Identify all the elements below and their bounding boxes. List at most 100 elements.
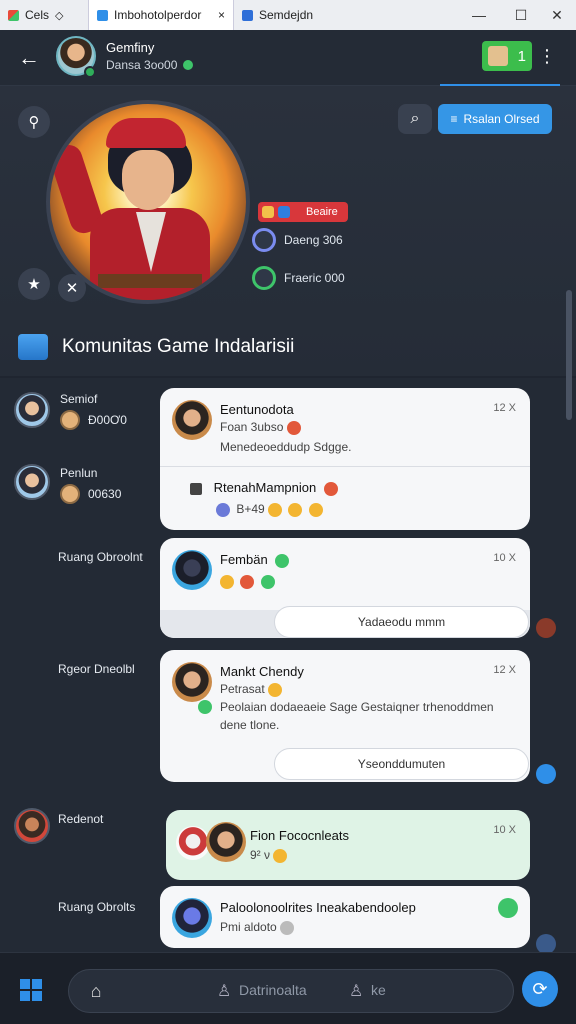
room-label[interactable]: Ruang Obrolts bbox=[58, 900, 135, 914]
taskbar: ⌂ ♙ Datrinoalta ♙ ke ⟳ bbox=[0, 952, 576, 1024]
more-options-icon[interactable]: ⋮ bbox=[536, 44, 558, 68]
list-item[interactable]: Mankt Chendy 12 X Petrasat Peolaian doda… bbox=[160, 650, 530, 782]
item-preview: Peolaian dodaeaeie Sage Gestaiqner trhen… bbox=[198, 700, 520, 714]
divider bbox=[160, 466, 530, 467]
share-icon[interactable]: ⚲ bbox=[18, 106, 50, 138]
sidebar-sub: Đ00Ơ0 bbox=[60, 410, 127, 430]
taskbar-search[interactable]: ⌂ ♙ Datrinoalta ♙ ke bbox=[68, 969, 514, 1013]
emoji-icon bbox=[273, 848, 288, 863]
item-time: 12 X bbox=[493, 664, 516, 676]
tab-2[interactable]: Imbohotolperdor × bbox=[88, 0, 234, 30]
tab-label: Semdejdn bbox=[259, 8, 314, 22]
swords-icon[interactable]: ✕ bbox=[58, 274, 86, 302]
app-window: Cels ◇ Imbohotolperdor × Semdejdn — ☐ ✕ … bbox=[0, 0, 576, 1024]
sidebar-name: Penlun bbox=[60, 466, 98, 480]
item-line: Pmi aldoto bbox=[220, 920, 297, 935]
live-badge: Beaire bbox=[258, 202, 348, 222]
emoji-icon bbox=[220, 574, 234, 589]
avatar[interactable] bbox=[14, 392, 50, 428]
avatar[interactable] bbox=[176, 826, 210, 860]
reply-button[interactable]: Yadaeodu mmm bbox=[274, 606, 529, 638]
emoji-icon bbox=[308, 502, 323, 517]
item-time: 12 X bbox=[493, 402, 516, 414]
controller-icon bbox=[278, 206, 290, 218]
list-item[interactable]: Fion Fococnleats 10 X 9² ν bbox=[166, 810, 530, 880]
item-name: Mankt Chendy bbox=[220, 664, 304, 679]
title-bar: Cels ◇ Imbohotolperdor × Semdejdn — ☐ ✕ bbox=[0, 0, 576, 30]
mascot-icon bbox=[60, 410, 80, 430]
close-button[interactable]: ✕ bbox=[540, 0, 574, 30]
contact-subtitle: Dansa 3oo00 bbox=[106, 58, 194, 72]
item-name: Eentunodota bbox=[220, 402, 294, 417]
avatar[interactable] bbox=[206, 822, 246, 862]
sidebar-sub-text: 00630 bbox=[88, 487, 122, 501]
tab-3[interactable]: Semdejdn bbox=[234, 0, 354, 30]
avatar[interactable] bbox=[172, 662, 212, 702]
refresh-icon[interactable] bbox=[498, 898, 518, 918]
sub-item-name: RtenahMampnion bbox=[213, 480, 317, 495]
item-name: Paloolonoolrites Ineakabendoolep bbox=[220, 900, 416, 915]
item-line: 9² ν bbox=[250, 848, 290, 863]
game-icon bbox=[190, 482, 202, 495]
reply-button[interactable]: Yseonddumuten bbox=[274, 748, 529, 780]
checkmark-icon[interactable] bbox=[536, 764, 556, 784]
star-icon[interactable]: ★ bbox=[18, 268, 50, 300]
emoji-icon bbox=[288, 502, 303, 517]
avatar[interactable] bbox=[172, 400, 212, 440]
avatar[interactable] bbox=[536, 618, 556, 638]
avatar[interactable] bbox=[172, 898, 212, 938]
room-label[interactable]: Ruang Obroolnt bbox=[58, 550, 143, 564]
sidebar-sub-text: Đ00Ơ0 bbox=[88, 413, 127, 427]
avatar[interactable] bbox=[172, 550, 212, 590]
emoji-icon bbox=[286, 420, 301, 435]
emoji-icon bbox=[260, 574, 275, 589]
tab-close-icon[interactable]: × bbox=[218, 8, 225, 22]
refresh-button[interactable]: ⟳ bbox=[522, 971, 558, 1007]
clock-icon bbox=[252, 266, 276, 290]
scrollbar[interactable] bbox=[566, 290, 572, 420]
back-arrow-icon[interactable]: ← bbox=[14, 44, 44, 72]
list-item[interactable]: Eentunodota 12 X Foan 3ubso Menedeoeddud… bbox=[160, 388, 530, 530]
reactions-row bbox=[220, 574, 278, 589]
list-item[interactable]: Fembän 10 X Yadaeodu mmm bbox=[160, 538, 530, 638]
avatar[interactable] bbox=[536, 934, 556, 954]
item-name-text: Fembän bbox=[220, 552, 268, 567]
shield-icon bbox=[262, 206, 274, 218]
section-title-text: Komunitas Game Indalarisii bbox=[62, 336, 295, 357]
home-icon[interactable]: ⌂ bbox=[85, 980, 107, 1002]
sidebar-name: Semiof bbox=[60, 392, 98, 406]
tab-1[interactable]: Cels ◇ bbox=[0, 0, 88, 30]
item-line-text: 9² ν bbox=[250, 848, 271, 862]
item-line-text: Petrasat bbox=[220, 682, 265, 696]
minimize-button[interactable]: — bbox=[462, 0, 496, 30]
user-icon: ♙ bbox=[217, 983, 232, 1000]
emoji-icon bbox=[216, 502, 230, 517]
room-label[interactable]: Redenot bbox=[58, 812, 103, 826]
maximize-button[interactable]: ☐ bbox=[504, 0, 538, 30]
notification-badge[interactable]: 1 bbox=[482, 41, 532, 71]
primary-action-button[interactable]: ≡ Rsalan Olrsed bbox=[438, 104, 552, 134]
character-face bbox=[122, 150, 174, 210]
item-preview: Menedeoeddudp Sdgge. bbox=[220, 440, 352, 454]
item-line: Foan 3ubso bbox=[220, 420, 304, 435]
page-icon bbox=[242, 9, 253, 21]
room-label[interactable]: Rgeor Dneolbl bbox=[58, 662, 135, 676]
item-name: Fembän bbox=[220, 552, 292, 568]
stat-label: Fraeric 000 bbox=[284, 271, 345, 285]
community-icon bbox=[18, 334, 48, 360]
verified-icon bbox=[275, 553, 290, 568]
verified-icon bbox=[198, 700, 212, 714]
avatar[interactable] bbox=[14, 808, 50, 844]
avatar[interactable] bbox=[14, 464, 50, 500]
sidebar-sub: 00630 bbox=[60, 484, 121, 504]
verified-icon bbox=[183, 60, 194, 70]
search-icon[interactable]: ⌕ bbox=[398, 104, 432, 134]
item-line: Petrasat bbox=[220, 682, 285, 697]
app-icon bbox=[8, 9, 19, 21]
fire-icon bbox=[323, 481, 338, 496]
stat-players: Daeng 306 bbox=[252, 228, 343, 252]
community-title: Komunitas Game Indalarisii bbox=[18, 334, 294, 360]
windows-start-icon[interactable] bbox=[20, 979, 42, 1001]
emoji-icon bbox=[240, 574, 255, 589]
list-item[interactable]: Paloolonoolrites Ineakabendoolep Pmi ald… bbox=[160, 886, 530, 948]
